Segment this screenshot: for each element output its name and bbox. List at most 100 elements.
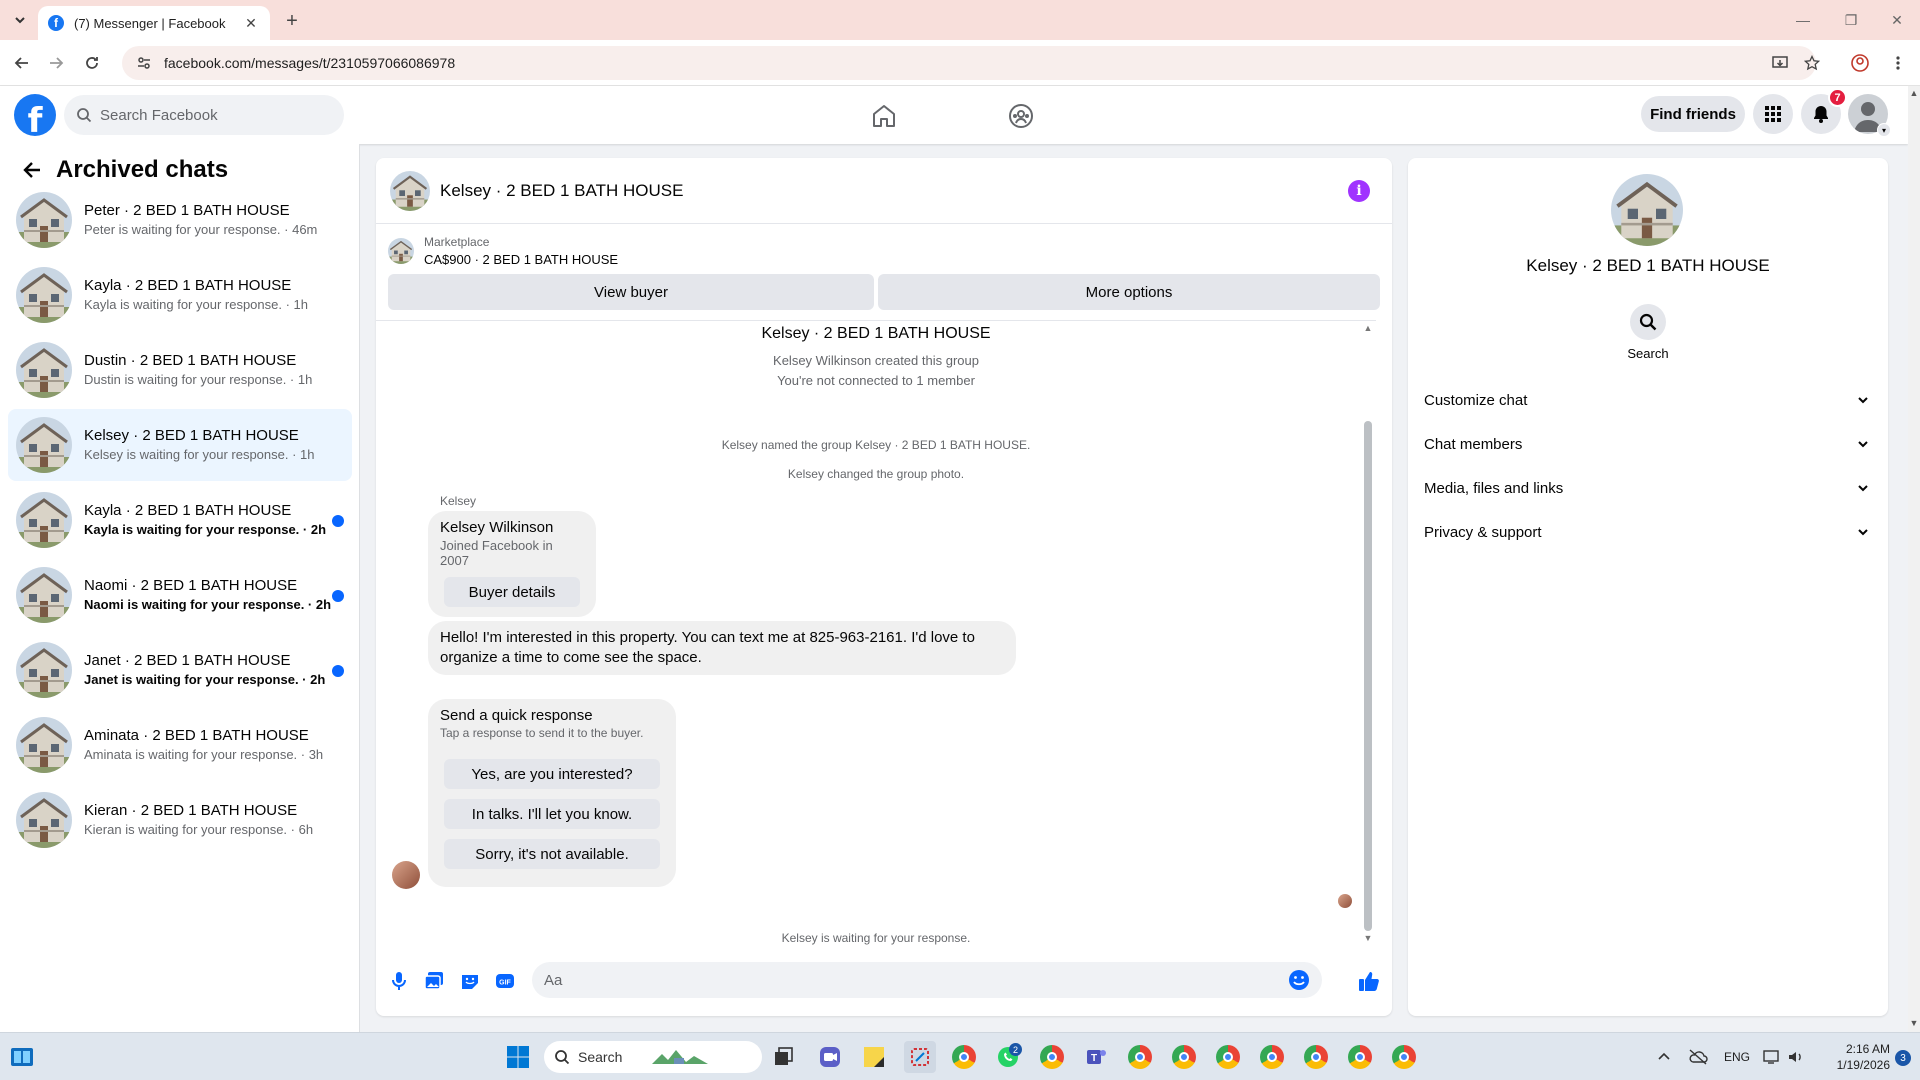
address-bar[interactable]: facebook.com/messages/t/2310597066086978 — [122, 46, 1816, 80]
sticker-icon[interactable] — [459, 970, 481, 992]
windows-start-button[interactable] — [502, 1041, 534, 1073]
forward-button[interactable] — [44, 51, 68, 75]
search-in-conversation-button[interactable] — [1630, 304, 1666, 340]
page-scroll-up-icon[interactable]: ▲ — [1909, 88, 1919, 98]
search-icon — [1639, 313, 1657, 331]
find-friends-button[interactable]: Find friends — [1641, 96, 1745, 132]
privacy-support-section[interactable]: Privacy & support — [1416, 510, 1880, 554]
gif-icon[interactable]: GIF — [494, 970, 516, 992]
chevron-down-icon — [1858, 441, 1868, 448]
page-scrollbar[interactable]: ▲ ▼ — [1908, 86, 1920, 1032]
photo-gallery-icon[interactable] — [423, 970, 445, 992]
widgets-icon[interactable] — [10, 1045, 34, 1069]
chrome-profile-icon[interactable] — [1848, 51, 1872, 75]
menu-grid-button[interactable] — [1753, 94, 1793, 134]
chrome-taskbar-icon[interactable] — [1212, 1041, 1244, 1073]
chat-members-section[interactable]: Chat members — [1416, 422, 1880, 466]
buyer-joined-date: Joined Facebook in 2007 — [440, 538, 553, 568]
quick-response-option[interactable]: In talks. I'll let you know. — [444, 799, 660, 829]
teams-icon[interactable]: T — [1080, 1041, 1112, 1073]
scroll-down-arrow-icon[interactable]: ▼ — [1363, 933, 1373, 943]
chrome-taskbar-icon[interactable] — [1388, 1041, 1420, 1073]
chrome-taskbar-icon[interactable] — [1344, 1041, 1376, 1073]
sticky-notes-icon[interactable] — [858, 1041, 890, 1073]
chat-list-item[interactable]: Kieran · 2 BED 1 BATH HOUSE Kieran is wai… — [8, 784, 352, 856]
thread-scrollbar-thumb[interactable] — [1364, 421, 1372, 931]
media-files-links-section[interactable]: Media, files and links — [1416, 466, 1880, 510]
chat-list-item[interactable]: Peter · 2 BED 1 BATH HOUSE Peter is waiti… — [8, 184, 352, 256]
taskbar-search-box[interactable]: Search — [544, 1041, 762, 1073]
chrome-taskbar-icon[interactable] — [1168, 1041, 1200, 1073]
install-app-icon[interactable] — [1768, 51, 1792, 75]
facebook-search-input[interactable]: Search Facebook — [64, 95, 344, 135]
conversation-title[interactable]: Kelsey · 2 BED 1 BATH HOUSE — [440, 181, 683, 201]
chrome-taskbar-icon[interactable] — [1300, 1041, 1332, 1073]
url-text: facebook.com/messages/t/2310597066086978 — [164, 55, 456, 71]
taskbar-search-placeholder: Search — [578, 1049, 623, 1065]
conversation-panel: Kelsey · 2 BED 1 BATH HOUSE i Marketplac… — [376, 158, 1392, 1016]
onedrive-offline-icon[interactable] — [1682, 1041, 1714, 1073]
teams-meet-icon[interactable] — [814, 1041, 846, 1073]
search-icon — [555, 1050, 570, 1065]
browser-tab-messenger[interactable]: f (7) Messenger | Facebook ✕ — [38, 6, 270, 40]
tab-search-button[interactable] — [8, 8, 32, 32]
close-window-button[interactable]: ✕ — [1872, 0, 1920, 40]
browser-menu-icon[interactable] — [1886, 51, 1910, 75]
view-buyer-button[interactable]: View buyer — [388, 274, 874, 310]
input-language-indicator[interactable]: ENG — [1724, 1050, 1750, 1064]
chat-list-panel: Archived chats Peter · 2 BED 1 BATH HOUS… — [0, 144, 360, 1032]
chat-list-item[interactable]: Naomi · 2 BED 1 BATH HOUSE Naomi is waiti… — [8, 559, 352, 631]
chrome-taskbar-icon[interactable] — [1124, 1041, 1156, 1073]
restore-window-button[interactable]: ❐ — [1826, 0, 1876, 40]
microphone-icon[interactable] — [388, 970, 410, 992]
more-options-button[interactable]: More options — [878, 274, 1380, 310]
close-tab-icon[interactable]: ✕ — [242, 14, 260, 32]
quick-response-option[interactable]: Sorry, it's not available. — [444, 839, 660, 869]
home-nav-button[interactable] — [864, 96, 904, 136]
chat-list-item[interactable]: Kayla · 2 BED 1 BATH HOUSE Kayla is waiti… — [8, 484, 352, 556]
thread-connection-note: You're not connected to 1 member — [777, 373, 975, 388]
chat-avatar — [16, 792, 72, 848]
thumbs-up-icon[interactable] — [1358, 970, 1380, 992]
scroll-up-arrow-icon[interactable]: ▲ — [1363, 323, 1373, 333]
site-settings-icon[interactable] — [136, 55, 152, 71]
chat-list-item[interactable]: Kelsey · 2 BED 1 BATH HOUSE Kelsey is wai… — [8, 409, 352, 481]
customize-chat-section[interactable]: Customize chat — [1416, 378, 1880, 422]
reload-button[interactable] — [80, 51, 104, 75]
chat-list-item[interactable]: Aminata · 2 BED 1 BATH HOUSE Aminata is w… — [8, 709, 352, 781]
minimize-window-button[interactable]: — — [1778, 0, 1828, 40]
task-view-icon[interactable] — [768, 1041, 800, 1073]
groups-nav-button[interactable] — [1001, 96, 1041, 136]
chat-list-item[interactable]: Kayla · 2 BED 1 BATH HOUSE Kayla is waiti… — [8, 259, 352, 331]
page-scroll-down-icon[interactable]: ▼ — [1909, 1018, 1919, 1028]
account-chevron-icon[interactable]: ▾ — [1877, 123, 1891, 137]
emoji-icon[interactable] — [1288, 969, 1310, 991]
message-input[interactable]: Aa — [532, 962, 1322, 998]
chrome-taskbar-icon[interactable] — [1256, 1041, 1288, 1073]
back-button[interactable] — [10, 51, 34, 75]
chrome-taskbar-icon[interactable] — [948, 1041, 980, 1073]
chat-snippet: Kelsey is waiting for your response. · 1… — [84, 447, 315, 462]
chat-list-item[interactable]: Janet · 2 BED 1 BATH HOUSE Janet is waiti… — [8, 634, 352, 706]
facebook-logo-icon[interactable]: f — [14, 94, 56, 136]
system-clock[interactable]: 2:16 AM 1/19/2026 — [1830, 1041, 1890, 1073]
sender-avatar[interactable] — [392, 861, 420, 889]
new-tab-button[interactable]: + — [280, 9, 304, 33]
info-icon[interactable]: i — [1348, 180, 1370, 202]
notifications-button[interactable]: 7 — [1801, 88, 1847, 134]
quick-response-option[interactable]: Yes, are you interested? — [444, 759, 660, 789]
back-arrow-icon[interactable] — [20, 158, 44, 182]
arrow-right-icon — [50, 57, 64, 69]
whatsapp-icon[interactable]: 2 — [992, 1041, 1024, 1073]
notification-center-badge[interactable]: 3 — [1895, 1050, 1911, 1066]
group-photo-large[interactable] — [1611, 174, 1683, 246]
snipping-tool-icon[interactable] — [904, 1041, 936, 1073]
chat-list-item[interactable]: Dustin · 2 BED 1 BATH HOUSE Dustin is wai… — [8, 334, 352, 406]
group-photo[interactable] — [390, 171, 430, 211]
marketplace-listing[interactable]: Marketplace CA$900 · 2 BED 1 BATH HOUSE — [388, 234, 618, 268]
chrome-profile-taskbar-icon[interactable] — [1036, 1041, 1068, 1073]
bookmark-star-icon[interactable] — [1800, 51, 1824, 75]
show-hidden-icons-chevron-icon[interactable] — [1648, 1041, 1680, 1073]
buyer-details-button[interactable]: Buyer details — [444, 577, 580, 607]
volume-icon[interactable] — [1780, 1041, 1812, 1073]
